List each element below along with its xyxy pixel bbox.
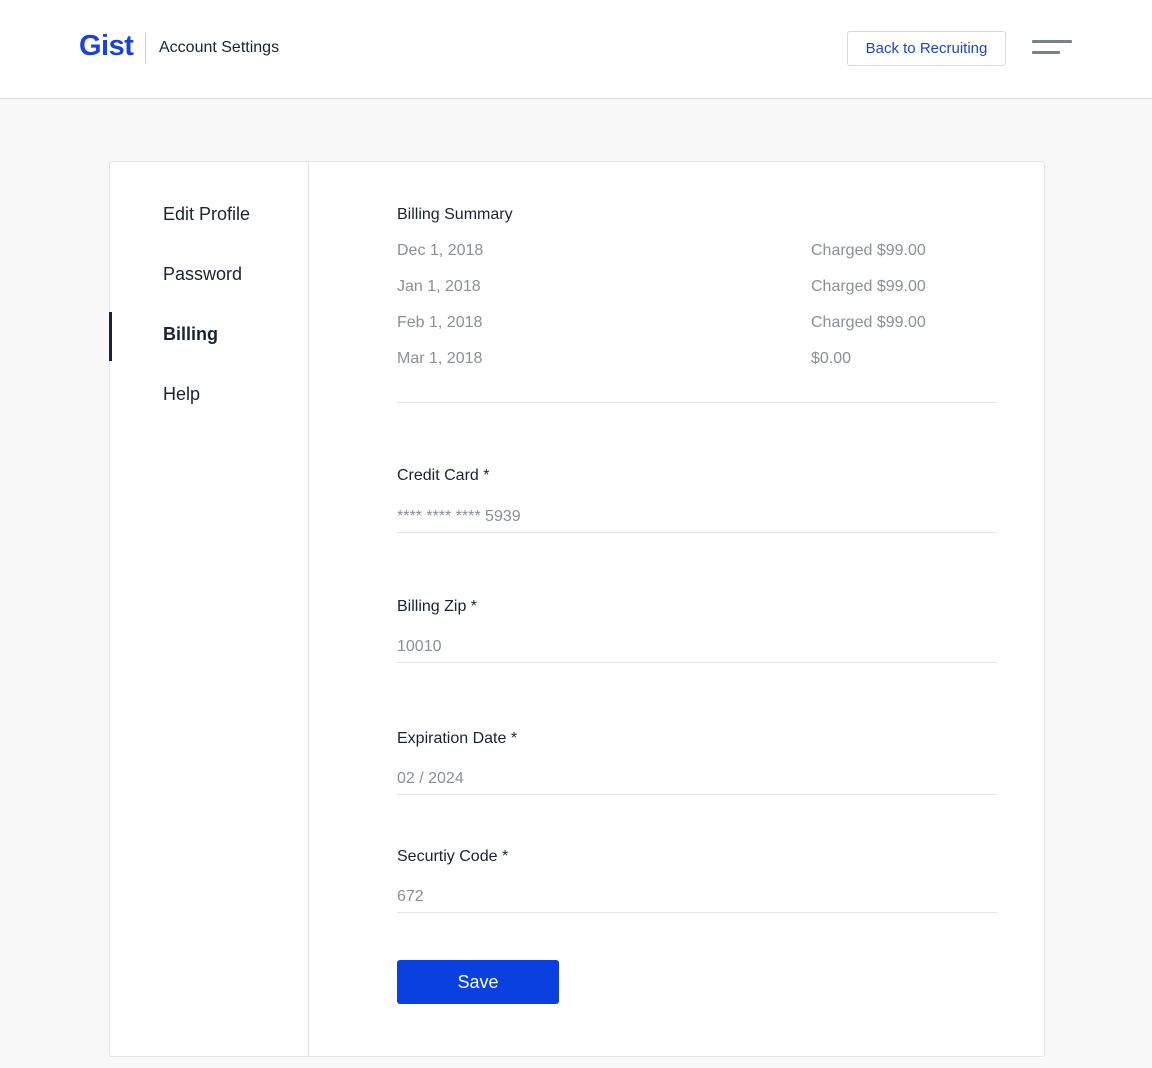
sidebar-item-billing[interactable]: Billing xyxy=(163,324,218,345)
billing-amount: Charged $99.00 xyxy=(811,242,926,259)
gist-logo[interactable]: Gist xyxy=(79,30,134,63)
top-bar: Gist Account Settings Back to Recruiting xyxy=(0,0,1152,99)
billing-summary-row: Feb 1, 2018 Charged $99.00 xyxy=(397,314,997,336)
active-indicator xyxy=(109,312,112,361)
billing-zip-input[interactable] xyxy=(397,631,997,663)
menu-bar-bottom xyxy=(1032,51,1060,54)
back-to-recruiting-button[interactable]: Back to Recruiting xyxy=(847,31,1006,66)
credit-card-input[interactable] xyxy=(397,501,997,533)
billing-date: Feb 1, 2018 xyxy=(397,314,483,331)
billing-summary-row: Jan 1, 2018 Charged $99.00 xyxy=(397,278,997,300)
billing-content: Billing Summary Dec 1, 2018 Charged $99.… xyxy=(397,162,997,1056)
expiration-date-input[interactable] xyxy=(397,763,997,795)
billing-summary-row: Dec 1, 2018 Charged $99.00 xyxy=(397,242,997,264)
header-divider xyxy=(145,33,146,63)
summary-divider xyxy=(397,402,997,403)
expiration-date-label: Expiration Date * xyxy=(397,730,518,747)
credit-card-label: Credit Card * xyxy=(397,467,490,484)
settings-card: Edit Profile Password Billing Help Billi… xyxy=(109,161,1045,1057)
billing-summary-title: Billing Summary xyxy=(397,206,513,223)
sidebar-item-help[interactable]: Help xyxy=(163,384,200,405)
billing-date: Mar 1, 2018 xyxy=(397,350,483,367)
page-title: Account Settings xyxy=(159,39,280,56)
save-button[interactable]: Save xyxy=(397,960,559,1004)
billing-amount: $0.00 xyxy=(811,350,852,367)
settings-sidebar: Edit Profile Password Billing Help xyxy=(109,162,309,1056)
hamburger-menu-icon[interactable] xyxy=(1030,40,1074,56)
security-code-label: Securtiy Code * xyxy=(397,848,509,865)
billing-amount: Charged $99.00 xyxy=(811,314,926,331)
security-code-input[interactable] xyxy=(397,881,997,913)
menu-bar-top xyxy=(1032,40,1072,43)
billing-summary-row: Mar 1, 2018 $0.00 xyxy=(397,350,997,372)
billing-amount: Charged $99.00 xyxy=(811,278,926,295)
billing-zip-label: Billing Zip * xyxy=(397,598,478,615)
sidebar-item-edit-profile[interactable]: Edit Profile xyxy=(163,204,250,225)
billing-date: Jan 1, 2018 xyxy=(397,278,481,295)
billing-date: Dec 1, 2018 xyxy=(397,242,484,259)
sidebar-item-password[interactable]: Password xyxy=(163,264,242,285)
